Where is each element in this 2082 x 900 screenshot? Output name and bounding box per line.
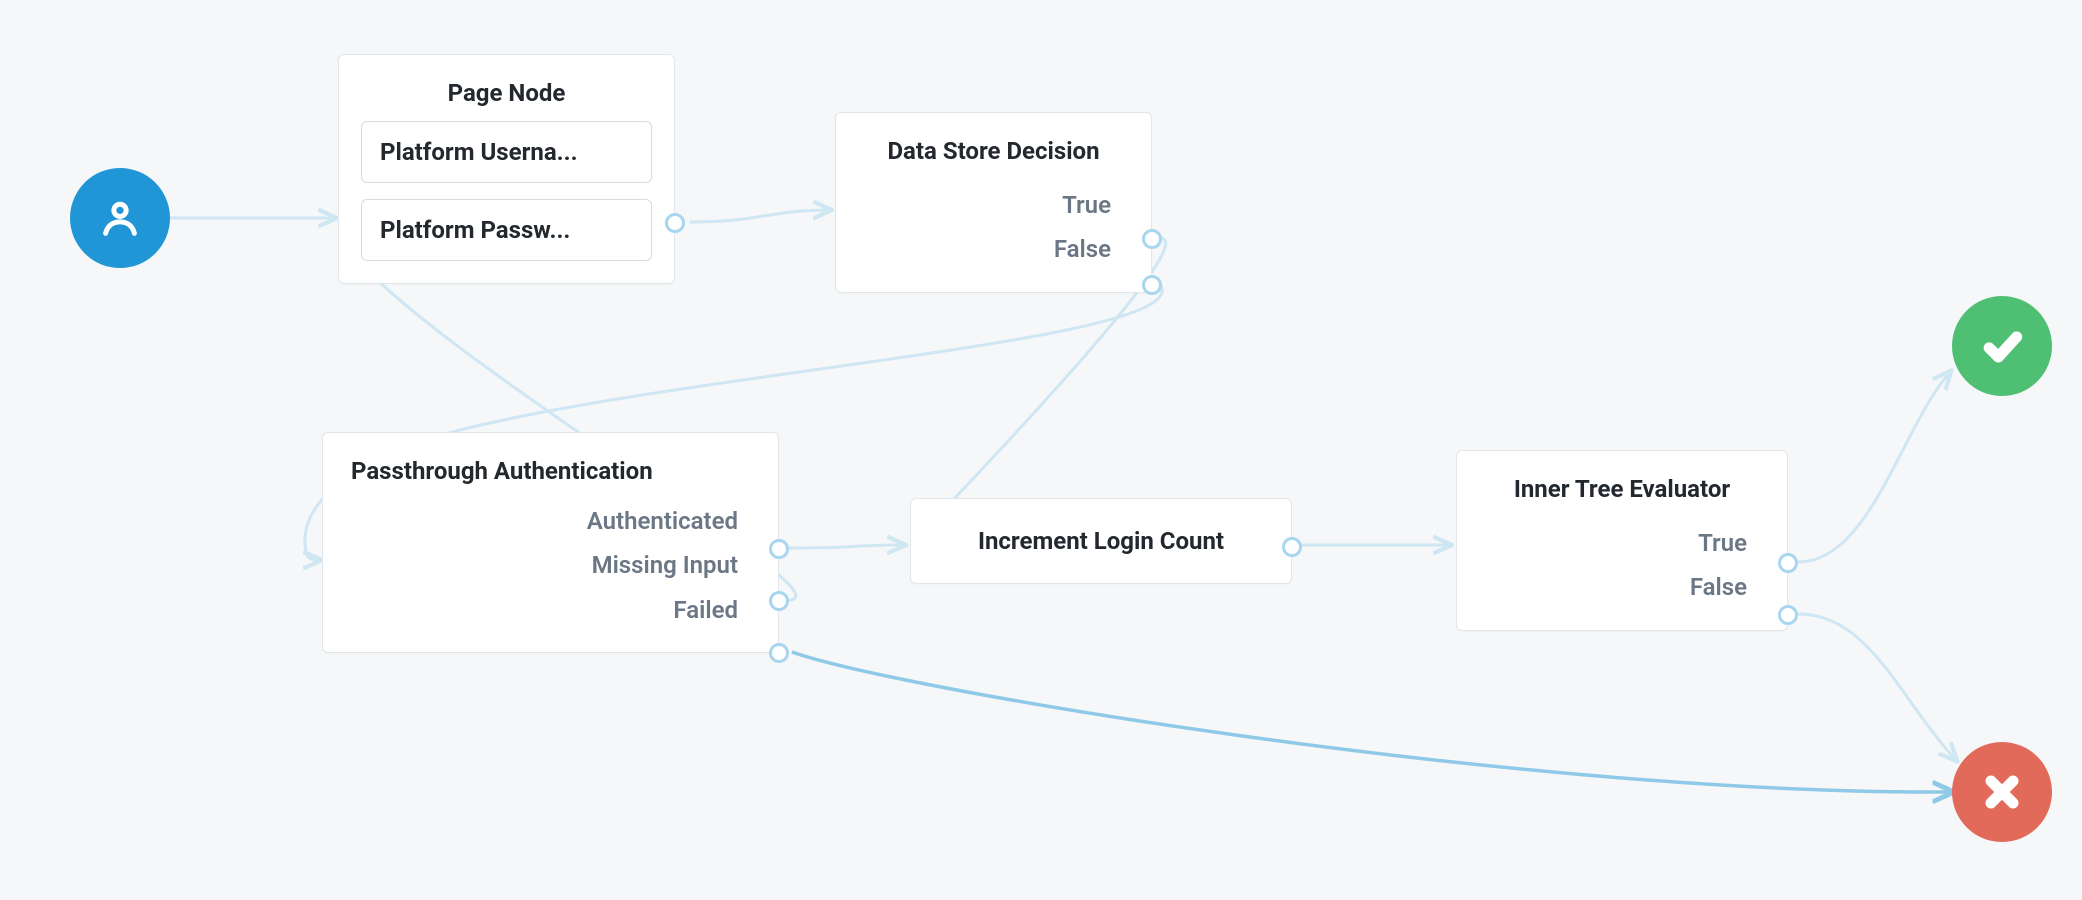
- field-platform-password[interactable]: Platform Passw...: [361, 199, 652, 261]
- start-terminal[interactable]: [70, 168, 170, 268]
- outcome-true[interactable]: True: [836, 183, 1151, 227]
- check-icon: [1980, 324, 2024, 368]
- node-page-node[interactable]: Page Node Platform Userna... Platform Pa…: [338, 54, 675, 284]
- success-terminal[interactable]: [1952, 296, 2052, 396]
- outcome-false[interactable]: False: [1457, 565, 1787, 609]
- node-title: Increment Login Count: [911, 499, 1291, 583]
- node-inner-tree-evaluator[interactable]: Inner Tree Evaluator True False: [1456, 450, 1788, 631]
- output-port-authenticated[interactable]: [769, 539, 789, 559]
- output-port-false[interactable]: [1778, 605, 1798, 625]
- node-data-store-decision[interactable]: Data Store Decision True False: [835, 112, 1152, 293]
- node-title: Data Store Decision: [836, 113, 1151, 179]
- node-title: Passthrough Authentication: [323, 433, 778, 495]
- field-platform-username[interactable]: Platform Userna...: [361, 121, 652, 183]
- outcome-false[interactable]: False: [836, 227, 1151, 271]
- output-port-false[interactable]: [1142, 275, 1162, 295]
- outcome-authenticated[interactable]: Authenticated: [323, 499, 778, 543]
- outcome-failed[interactable]: Failed: [323, 588, 778, 632]
- output-port-true[interactable]: [1142, 229, 1162, 249]
- node-title: Inner Tree Evaluator: [1457, 451, 1787, 517]
- failure-terminal[interactable]: [1952, 742, 2052, 842]
- output-port-true[interactable]: [1778, 553, 1798, 573]
- flow-canvas[interactable]: Page Node Platform Userna... Platform Pa…: [0, 0, 2082, 900]
- output-port[interactable]: [1282, 537, 1302, 557]
- node-title: Page Node: [339, 55, 674, 121]
- node-increment-login-count[interactable]: Increment Login Count: [910, 498, 1292, 584]
- user-icon: [97, 195, 143, 241]
- output-port-failed[interactable]: [769, 643, 789, 663]
- output-port-missing-input[interactable]: [769, 591, 789, 611]
- close-icon: [1980, 770, 2024, 814]
- output-port[interactable]: [665, 213, 685, 233]
- outcome-true[interactable]: True: [1457, 521, 1787, 565]
- node-passthrough-authentication[interactable]: Passthrough Authentication Authenticated…: [322, 432, 779, 653]
- outcome-missing-input[interactable]: Missing Input: [323, 543, 778, 587]
